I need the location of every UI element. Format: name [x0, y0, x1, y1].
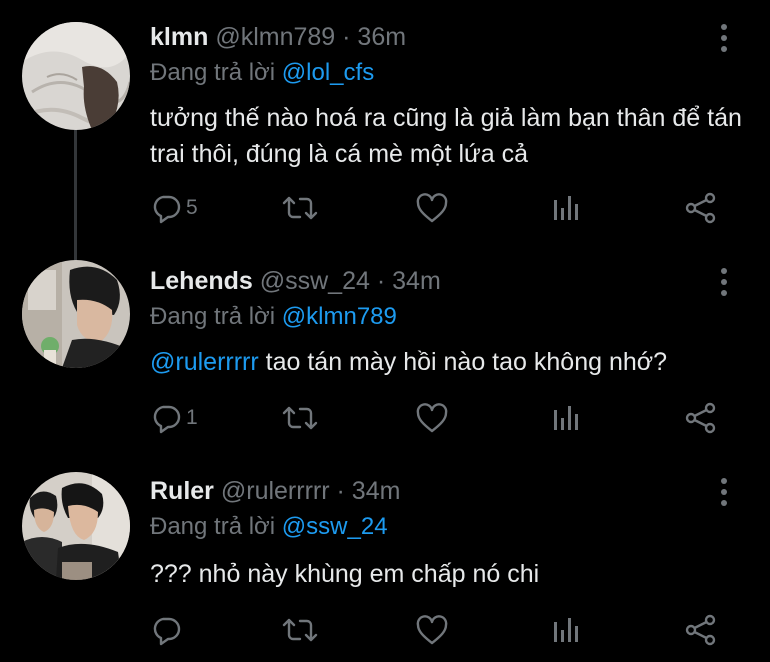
like-icon — [416, 193, 448, 223]
share-button[interactable] — [684, 190, 718, 226]
tweet-header: klmn @klmn789 · 36m — [150, 22, 406, 52]
display-name[interactable]: Lehends — [150, 267, 253, 295]
reply-icon — [153, 405, 181, 434]
analytics-icon — [554, 406, 578, 430]
separator: · — [376, 267, 386, 295]
replying-to-label: Đang trả lời — [150, 303, 276, 330]
reply-count: 1 — [186, 406, 198, 429]
replying-to-label: Đang trả lời — [150, 59, 276, 86]
separator: · — [342, 23, 351, 51]
tweet-text-content: tao tán mày hồi nào tao không nhớ? — [258, 348, 668, 376]
avatar[interactable] — [22, 22, 130, 130]
mention-link[interactable]: @rulerrrrr — [150, 348, 259, 376]
avatar[interactable] — [22, 260, 130, 368]
tweet-ruler[interactable]: Ruler @rulerrrrr · 34m Đang trả lời @ssw… — [0, 466, 770, 662]
share-icon — [685, 402, 716, 434]
analytics-button[interactable] — [552, 400, 580, 436]
share-button[interactable] — [684, 612, 718, 648]
timestamp[interactable]: 34m — [392, 267, 441, 295]
tweet-klmn[interactable]: klmn @klmn789 · 36m Đang trả lời @lol_cf… — [0, 0, 770, 250]
share-icon — [685, 614, 716, 646]
share-button[interactable] — [684, 400, 718, 436]
share-icon — [685, 192, 716, 224]
more-icon[interactable] — [712, 266, 736, 298]
reply-icon — [153, 195, 181, 224]
retweet-icon — [282, 196, 318, 220]
tweet-header: Ruler @rulerrrrr · 34m — [150, 476, 400, 506]
retweet-icon — [282, 406, 318, 430]
reply-button[interactable]: 5 — [150, 190, 198, 226]
replying-to: Đang trả lời @lol_cfs — [150, 58, 374, 88]
tweet-text: ??? nhỏ này khùng em chấp nó chi — [150, 560, 540, 588]
retweet-button[interactable] — [280, 612, 320, 648]
replying-to: Đang trả lời @ssw_24 — [150, 512, 388, 542]
more-icon[interactable] — [712, 476, 736, 508]
tweet-text: tưởng thế nào hoá ra cũng là giả làm bạn… — [150, 104, 742, 168]
analytics-icon — [554, 618, 578, 642]
reply-button[interactable]: 1 — [150, 400, 198, 436]
replying-to-label: Đang trả lời — [150, 513, 276, 540]
display-name[interactable]: Ruler — [150, 477, 214, 505]
tweet-lehends[interactable]: Lehends @ssw_24 · 34m Đang trả lời @klmn… — [0, 258, 770, 448]
retweet-button[interactable] — [280, 190, 320, 226]
like-button[interactable] — [415, 612, 449, 648]
replying-to-handle[interactable]: @klmn789 — [282, 303, 397, 330]
retweet-icon — [282, 618, 318, 642]
like-icon — [416, 615, 448, 645]
replying-to: Đang trả lời @klmn789 — [150, 302, 397, 332]
tweet-text: @rulerrrrr tao tán mày hồi nào tao không… — [150, 344, 750, 380]
tweet-header: Lehends @ssw_24 · 34m — [150, 266, 441, 296]
replying-to-handle[interactable]: @lol_cfs — [282, 59, 374, 86]
user-handle[interactable]: @rulerrrrr — [221, 477, 330, 505]
replying-to-handle[interactable]: @ssw_24 — [282, 513, 388, 540]
like-icon — [416, 403, 448, 433]
like-button[interactable] — [415, 190, 449, 226]
timestamp[interactable]: 34m — [352, 477, 401, 505]
user-handle[interactable]: @ssw_24 — [260, 267, 370, 295]
avatar[interactable] — [22, 472, 130, 580]
timestamp[interactable]: 36m — [357, 23, 406, 51]
user-handle[interactable]: @klmn789 — [215, 23, 335, 51]
analytics-icon — [554, 196, 578, 220]
retweet-button[interactable] — [280, 400, 320, 436]
like-button[interactable] — [415, 400, 449, 436]
reply-icon — [153, 617, 181, 646]
reply-button[interactable] — [150, 612, 186, 648]
separator: · — [336, 477, 345, 505]
display-name[interactable]: klmn — [150, 23, 208, 51]
more-icon[interactable] — [712, 22, 736, 54]
reply-count: 5 — [186, 196, 198, 219]
analytics-button[interactable] — [552, 612, 580, 648]
analytics-button[interactable] — [552, 190, 580, 226]
